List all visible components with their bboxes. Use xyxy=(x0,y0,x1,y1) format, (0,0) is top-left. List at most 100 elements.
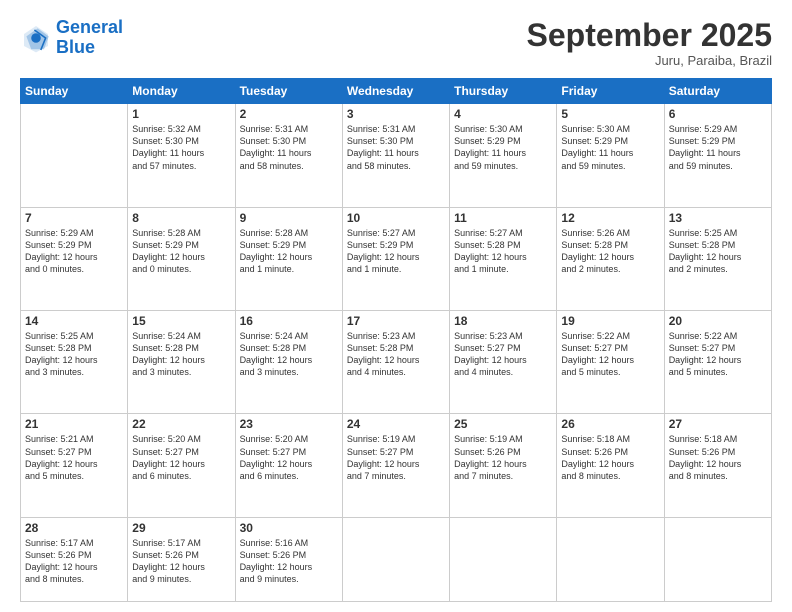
day-number: 22 xyxy=(132,417,230,431)
cell-info: Sunrise: 5:31 AM Sunset: 5:30 PM Dayligh… xyxy=(347,123,445,172)
calendar-cell: 5Sunrise: 5:30 AM Sunset: 5:29 PM Daylig… xyxy=(557,104,664,207)
calendar-cell: 29 Sunrise: 5:17 AM Sunset: 5:26 PM Dayli… xyxy=(128,517,235,601)
calendar-cell: 18 Sunrise: 5:23 AM Sunset: 5:27 PM Dayli… xyxy=(450,311,557,414)
day-number: 3 xyxy=(347,107,445,121)
cell-info: Sunrise: 5:17 AM Sunset: 5:26 PM Dayligh… xyxy=(25,537,123,586)
month-title: September 2025 xyxy=(527,18,772,53)
day-number: 20 xyxy=(669,314,767,328)
calendar-cell: 25 Sunrise: 5:19 AM Sunset: 5:26 PM Dayli… xyxy=(450,414,557,517)
day-number: 6 xyxy=(669,107,767,121)
cell-info: Sunrise: 5:18 AM Sunset: 5:26 PM Dayligh… xyxy=(561,433,659,482)
cell-info: Sunrise: 5:25 AM Sunset: 5:28 PM Dayligh… xyxy=(669,227,767,276)
calendar-header-row: SundayMondayTuesdayWednesdayThursdayFrid… xyxy=(21,79,772,104)
day-number: 28 xyxy=(25,521,123,535)
day-number: 23 xyxy=(240,417,338,431)
calendar-week-row: 7Sunrise: 5:29 AM Sunset: 5:29 PM Daylig… xyxy=(21,207,772,310)
day-number: 16 xyxy=(240,314,338,328)
day-number: 4 xyxy=(454,107,552,121)
calendar-week-row: 14 Sunrise: 5:25 AM Sunset: 5:28 PM Dayli… xyxy=(21,311,772,414)
day-number: 13 xyxy=(669,211,767,225)
day-number: 27 xyxy=(669,417,767,431)
calendar-cell: 7Sunrise: 5:29 AM Sunset: 5:29 PM Daylig… xyxy=(21,207,128,310)
calendar-cell: 16 Sunrise: 5:24 AM Sunset: 5:28 PM Dayli… xyxy=(235,311,342,414)
day-number: 25 xyxy=(454,417,552,431)
day-number: 8 xyxy=(132,211,230,225)
day-number: 17 xyxy=(347,314,445,328)
cell-info: Sunrise: 5:24 AM Sunset: 5:28 PM Dayligh… xyxy=(132,330,230,379)
calendar-cell: 20 Sunrise: 5:22 AM Sunset: 5:27 PM Dayli… xyxy=(664,311,771,414)
calendar: SundayMondayTuesdayWednesdayThursdayFrid… xyxy=(20,78,772,602)
day-number: 29 xyxy=(132,521,230,535)
calendar-cell: 6 Sunrise: 5:29 AM Sunset: 5:29 PM Daylig… xyxy=(664,104,771,207)
day-number: 15 xyxy=(132,314,230,328)
day-number: 5 xyxy=(561,107,659,121)
calendar-cell: 12 Sunrise: 5:26 AM Sunset: 5:28 PM Dayli… xyxy=(557,207,664,310)
cell-info: Sunrise: 5:16 AM Sunset: 5:26 PM Dayligh… xyxy=(240,537,338,586)
calendar-cell: 9 Sunrise: 5:28 AM Sunset: 5:29 PM Daylig… xyxy=(235,207,342,310)
subtitle: Juru, Paraiba, Brazil xyxy=(527,53,772,68)
calendar-cell: 27 Sunrise: 5:18 AM Sunset: 5:26 PM Dayli… xyxy=(664,414,771,517)
calendar-cell: 11Sunrise: 5:27 AM Sunset: 5:28 PM Dayli… xyxy=(450,207,557,310)
calendar-cell: 8 Sunrise: 5:28 AM Sunset: 5:29 PM Daylig… xyxy=(128,207,235,310)
weekday-header: Monday xyxy=(128,79,235,104)
calendar-cell: 4 Sunrise: 5:30 AM Sunset: 5:29 PM Daylig… xyxy=(450,104,557,207)
cell-info: Sunrise: 5:29 AM Sunset: 5:29 PM Dayligh… xyxy=(25,227,123,276)
cell-info: Sunrise: 5:25 AM Sunset: 5:28 PM Dayligh… xyxy=(25,330,123,379)
day-number: 19 xyxy=(561,314,659,328)
cell-info: Sunrise: 5:21 AM Sunset: 5:27 PM Dayligh… xyxy=(25,433,123,482)
cell-info: Sunrise: 5:27 AM Sunset: 5:28 PM Dayligh… xyxy=(454,227,552,276)
calendar-cell: 10Sunrise: 5:27 AM Sunset: 5:29 PM Dayli… xyxy=(342,207,449,310)
page: General Blue September 2025 Juru, Paraib… xyxy=(0,0,792,612)
day-number: 21 xyxy=(25,417,123,431)
cell-info: Sunrise: 5:23 AM Sunset: 5:27 PM Dayligh… xyxy=(454,330,552,379)
weekday-header: Friday xyxy=(557,79,664,104)
calendar-cell: 21 Sunrise: 5:21 AM Sunset: 5:27 PM Dayli… xyxy=(21,414,128,517)
cell-info: Sunrise: 5:28 AM Sunset: 5:29 PM Dayligh… xyxy=(132,227,230,276)
cell-info: Sunrise: 5:28 AM Sunset: 5:29 PM Dayligh… xyxy=(240,227,338,276)
day-number: 30 xyxy=(240,521,338,535)
calendar-cell: 30 Sunrise: 5:16 AM Sunset: 5:26 PM Dayli… xyxy=(235,517,342,601)
cell-info: Sunrise: 5:19 AM Sunset: 5:26 PM Dayligh… xyxy=(454,433,552,482)
logo: General Blue xyxy=(20,18,123,58)
calendar-cell: 15 Sunrise: 5:24 AM Sunset: 5:28 PM Dayli… xyxy=(128,311,235,414)
cell-info: Sunrise: 5:20 AM Sunset: 5:27 PM Dayligh… xyxy=(240,433,338,482)
header: General Blue September 2025 Juru, Paraib… xyxy=(20,18,772,68)
cell-info: Sunrise: 5:26 AM Sunset: 5:28 PM Dayligh… xyxy=(561,227,659,276)
title-block: September 2025 Juru, Paraiba, Brazil xyxy=(527,18,772,68)
cell-info: Sunrise: 5:20 AM Sunset: 5:27 PM Dayligh… xyxy=(132,433,230,482)
weekday-header: Wednesday xyxy=(342,79,449,104)
calendar-cell xyxy=(21,104,128,207)
cell-info: Sunrise: 5:31 AM Sunset: 5:30 PM Dayligh… xyxy=(240,123,338,172)
calendar-cell: 13 Sunrise: 5:25 AM Sunset: 5:28 PM Dayli… xyxy=(664,207,771,310)
cell-info: Sunrise: 5:24 AM Sunset: 5:28 PM Dayligh… xyxy=(240,330,338,379)
calendar-cell: 2Sunrise: 5:31 AM Sunset: 5:30 PM Daylig… xyxy=(235,104,342,207)
calendar-cell: 1 Sunrise: 5:32 AM Sunset: 5:30 PM Daylig… xyxy=(128,104,235,207)
calendar-cell: 24Sunrise: 5:19 AM Sunset: 5:27 PM Dayli… xyxy=(342,414,449,517)
calendar-week-row: 21 Sunrise: 5:21 AM Sunset: 5:27 PM Dayli… xyxy=(21,414,772,517)
calendar-cell xyxy=(664,517,771,601)
weekday-header: Saturday xyxy=(664,79,771,104)
weekday-header: Sunday xyxy=(21,79,128,104)
calendar-cell: 23 Sunrise: 5:20 AM Sunset: 5:27 PM Dayli… xyxy=(235,414,342,517)
day-number: 9 xyxy=(240,211,338,225)
calendar-cell xyxy=(342,517,449,601)
day-number: 10 xyxy=(347,211,445,225)
day-number: 18 xyxy=(454,314,552,328)
logo-text: General Blue xyxy=(56,18,123,58)
cell-info: Sunrise: 5:22 AM Sunset: 5:27 PM Dayligh… xyxy=(669,330,767,379)
cell-info: Sunrise: 5:18 AM Sunset: 5:26 PM Dayligh… xyxy=(669,433,767,482)
cell-info: Sunrise: 5:30 AM Sunset: 5:29 PM Dayligh… xyxy=(454,123,552,172)
day-number: 14 xyxy=(25,314,123,328)
calendar-week-row: 28 Sunrise: 5:17 AM Sunset: 5:26 PM Dayli… xyxy=(21,517,772,601)
day-number: 12 xyxy=(561,211,659,225)
calendar-week-row: 1 Sunrise: 5:32 AM Sunset: 5:30 PM Daylig… xyxy=(21,104,772,207)
weekday-header: Tuesday xyxy=(235,79,342,104)
cell-info: Sunrise: 5:32 AM Sunset: 5:30 PM Dayligh… xyxy=(132,123,230,172)
calendar-cell: 28 Sunrise: 5:17 AM Sunset: 5:26 PM Dayli… xyxy=(21,517,128,601)
calendar-cell: 14 Sunrise: 5:25 AM Sunset: 5:28 PM Dayli… xyxy=(21,311,128,414)
cell-info: Sunrise: 5:29 AM Sunset: 5:29 PM Dayligh… xyxy=(669,123,767,172)
calendar-cell xyxy=(450,517,557,601)
cell-info: Sunrise: 5:17 AM Sunset: 5:26 PM Dayligh… xyxy=(132,537,230,586)
day-number: 1 xyxy=(132,107,230,121)
day-number: 26 xyxy=(561,417,659,431)
